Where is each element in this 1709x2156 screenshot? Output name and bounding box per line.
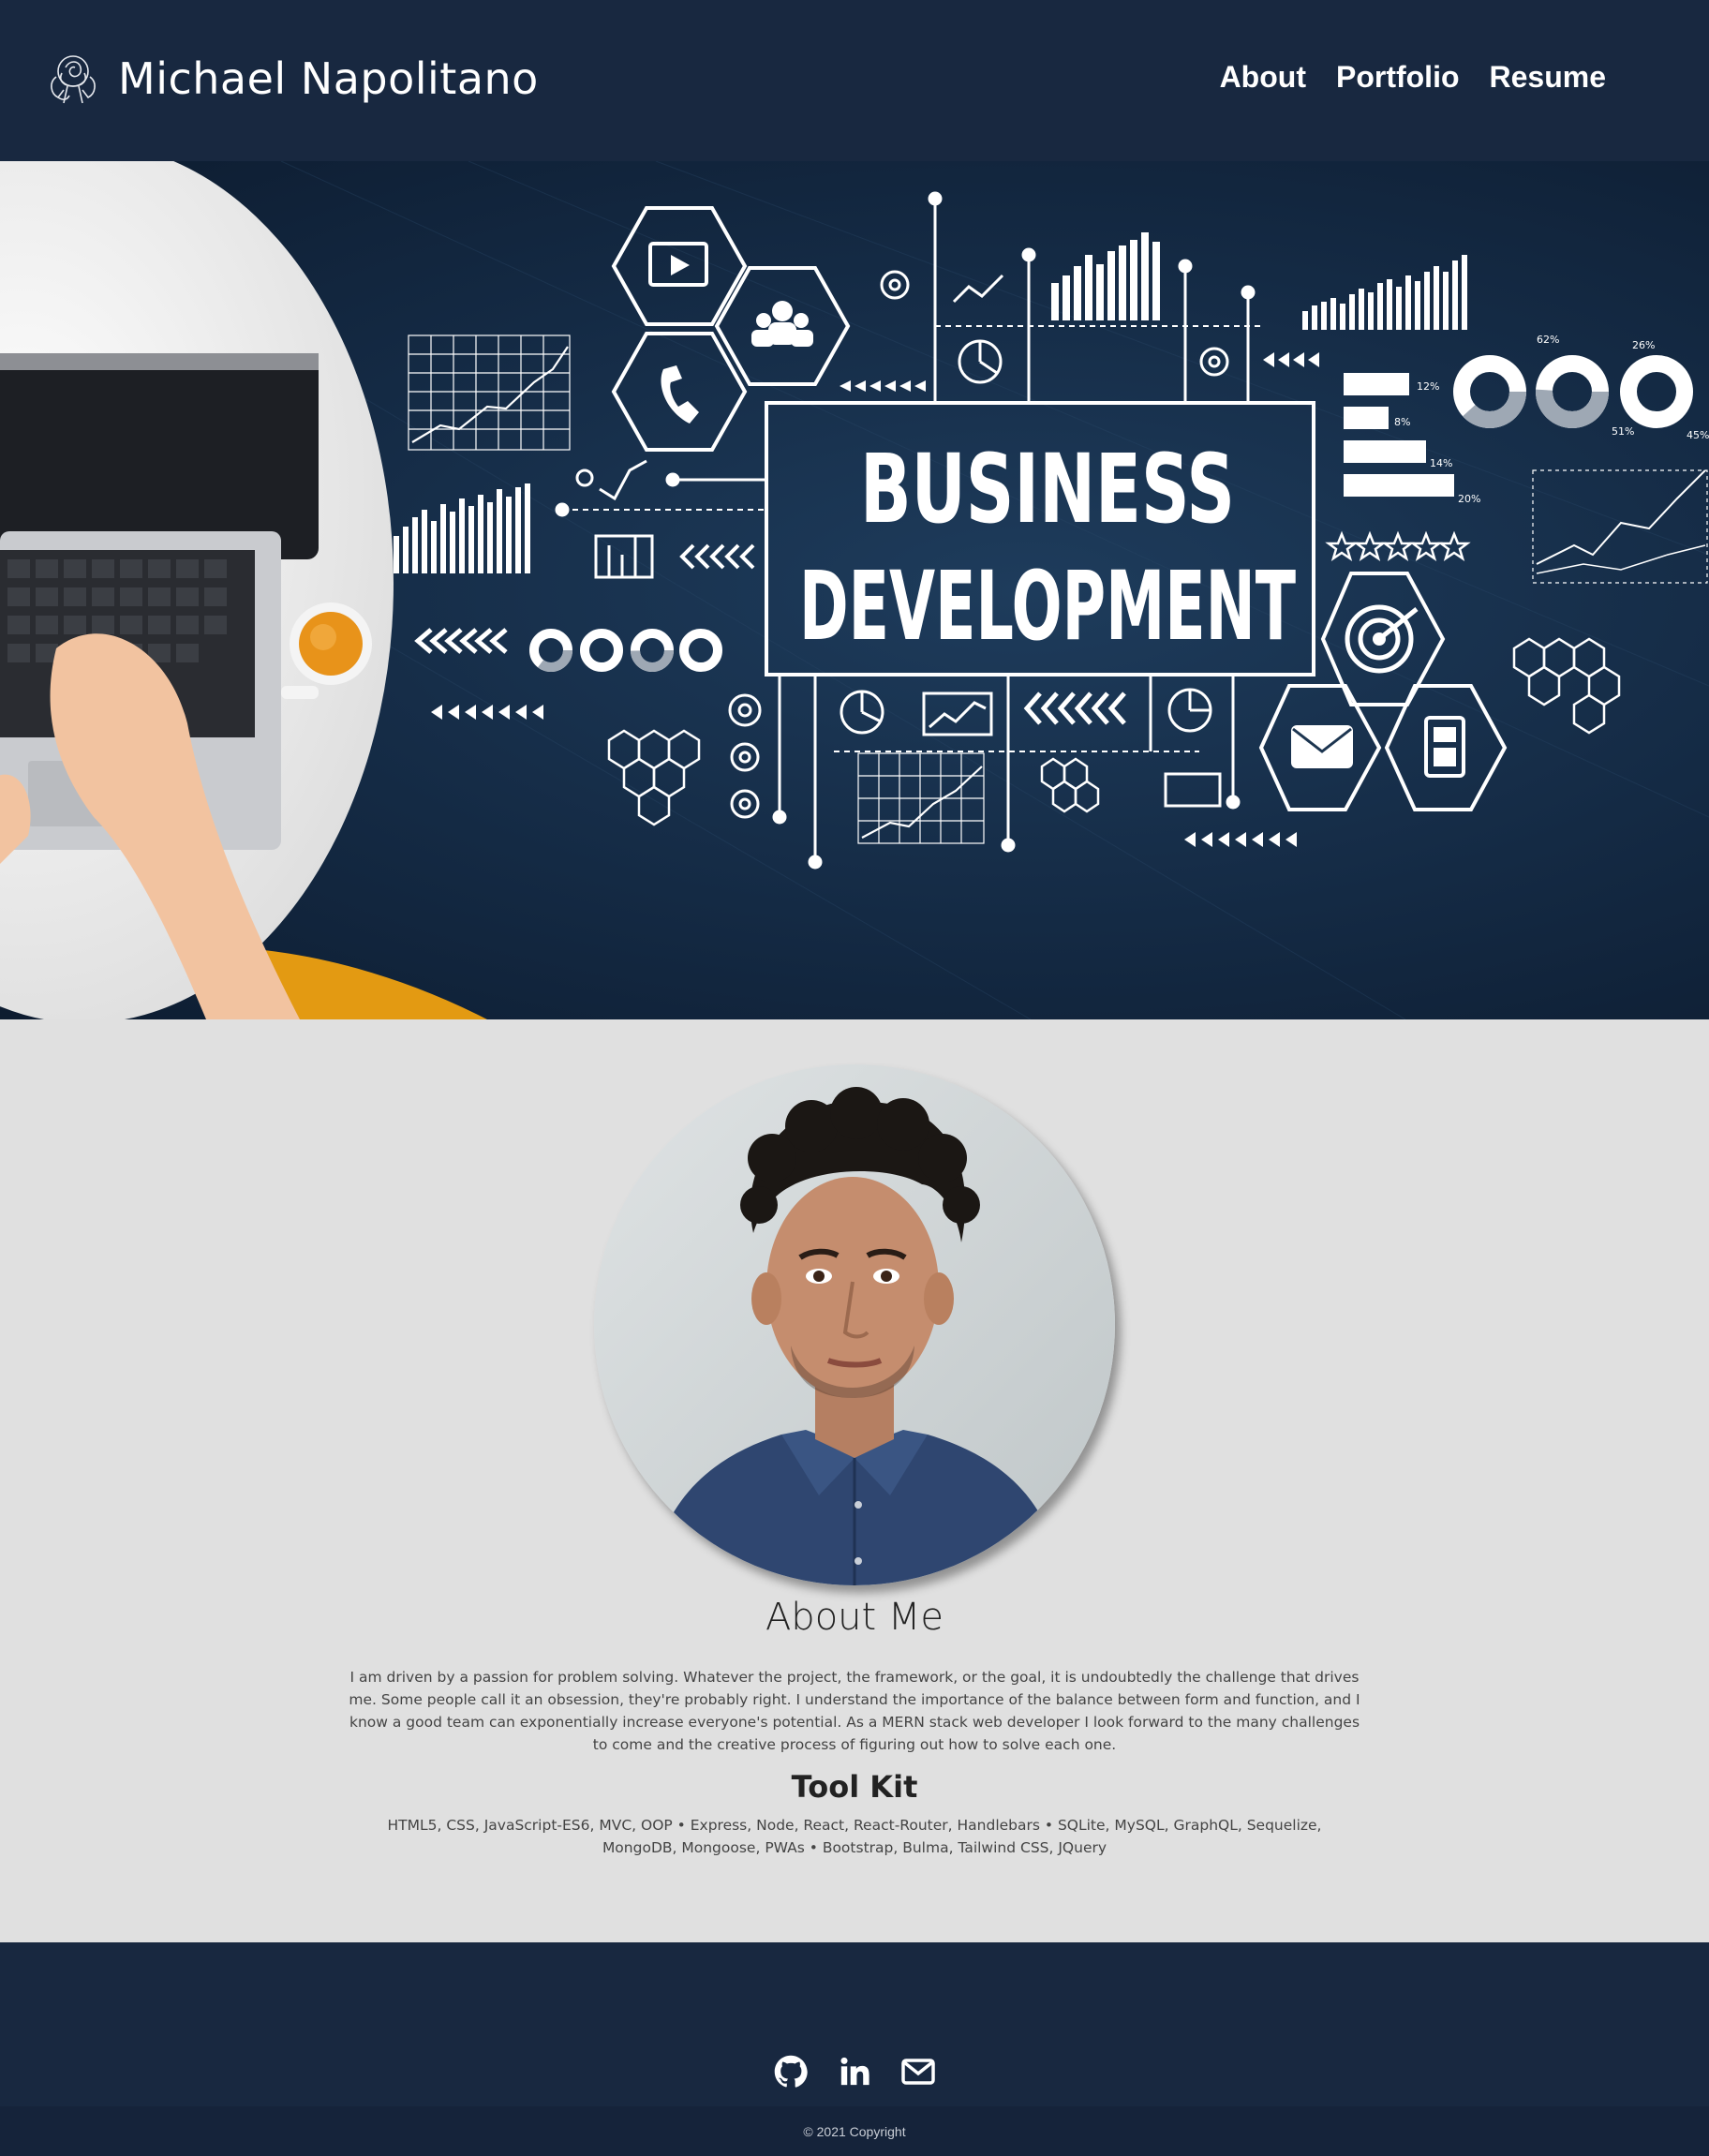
main-nav: About Portfolio Resume [1220, 60, 1606, 95]
copyright-text: © 2021 Copyright [803, 2123, 906, 2139]
nav-about[interactable]: About [1220, 60, 1306, 95]
toolkit-title: Tool Kit [791, 1769, 918, 1805]
percent-label: 14% [1430, 457, 1452, 469]
about-title: About Me [765, 1596, 944, 1639]
about-text: I am driven by a passion for problem sol… [349, 1669, 1360, 1753]
rose-icon [51, 55, 96, 104]
percent-label: 26% [1632, 339, 1655, 351]
percent-label: 62% [1537, 334, 1559, 346]
social-links [0, 2053, 1709, 2090]
business-development-box: BUSINESS DEVELOPMENT [765, 401, 1315, 677]
about-section: About Me I am driven by a passion for pr… [0, 1019, 1709, 1942]
business-development-illustration: BUSINESS DEVELOPMENT 62% 26% 51% 45% 12%… [0, 161, 1709, 1019]
linkedin-icon[interactable] [836, 2053, 873, 2090]
github-icon[interactable] [772, 2053, 810, 2090]
percent-label: 45% [1687, 429, 1709, 441]
hero-image: BUSINESS DEVELOPMENT 62% 26% 51% 45% 12%… [0, 161, 1709, 1019]
copyright-bar: © 2021 Copyright [0, 2106, 1709, 2156]
profile-photo [594, 1064, 1115, 1585]
nav-resume[interactable]: Resume [1490, 60, 1607, 95]
percent-label: 8% [1394, 416, 1410, 428]
percent-label: 12% [1417, 380, 1439, 393]
hero-text-development: DEVELOPMENT [799, 551, 1296, 662]
brand-link[interactable]: Michael Napolitano [43, 49, 539, 109]
percent-label: 51% [1612, 425, 1634, 438]
nav-portfolio[interactable]: Portfolio [1336, 60, 1460, 95]
percent-label: 20% [1458, 493, 1480, 505]
phone-hex-icon [611, 332, 748, 452]
envelope-icon[interactable] [899, 2053, 937, 2090]
site-footer [0, 1942, 1709, 2106]
toolkit-text: HTML5, CSS, JavaScript-ES6, MVC, OOP • E… [387, 1817, 1322, 1856]
brand-name: Michael Napolitano [118, 53, 539, 104]
site-header: Michael Napolitano About Portfolio Resum… [0, 0, 1709, 161]
hero-text-business: BUSINESS [860, 434, 1235, 545]
